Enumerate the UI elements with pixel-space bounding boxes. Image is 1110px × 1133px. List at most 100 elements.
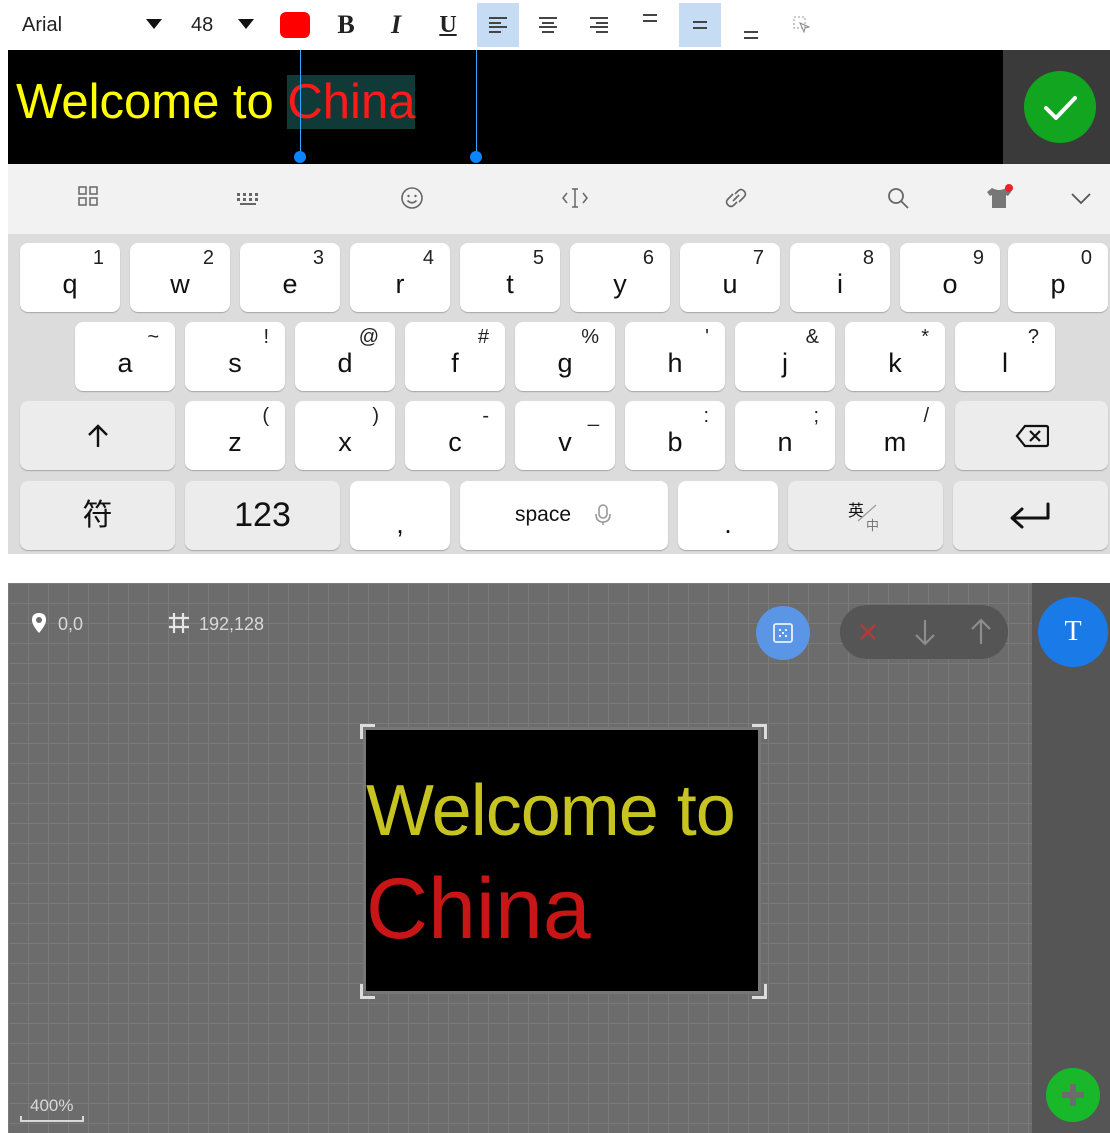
move-up-arrow-icon[interactable] (970, 618, 992, 646)
key-j[interactable]: & j (735, 322, 835, 391)
key-m[interactable]: / m (845, 401, 945, 470)
align-center-icon (539, 17, 557, 33)
key-label: f (451, 348, 459, 378)
key-v[interactable]: _ v (515, 401, 615, 470)
key-b[interactable]: :b (625, 401, 725, 470)
underline-button[interactable]: U (436, 8, 460, 42)
font-family-dropdown-icon[interactable] (146, 19, 162, 29)
apps-grid-icon[interactable] (78, 186, 98, 206)
valign-middle-button[interactable] (679, 3, 721, 47)
key-label: b (667, 427, 683, 457)
font-size-value: 48 (191, 13, 214, 36)
key-label: y (613, 269, 627, 299)
key-sub-label: 5 (532, 247, 544, 269)
add-button[interactable] (1046, 1068, 1100, 1122)
key-n[interactable]: ; n (735, 401, 835, 470)
key-r[interactable]: 4r (350, 243, 450, 312)
valign-top-button[interactable] (630, 3, 670, 33)
text-tool-button[interactable]: T (1038, 597, 1108, 667)
key-label: , (396, 509, 404, 539)
key-sub-label: ~ (147, 326, 159, 348)
selection-corner[interactable] (752, 984, 767, 999)
keyboard-toolbar (8, 164, 1110, 234)
grid-toggle-button[interactable] (756, 606, 810, 660)
key-label: n (777, 427, 793, 457)
align-center-button[interactable] (527, 3, 569, 47)
font-size-dropdown-icon[interactable] (238, 19, 254, 29)
key-f[interactable]: # f (405, 322, 505, 391)
key-y[interactable]: 6y (570, 243, 670, 312)
delete-x-icon[interactable] (858, 622, 878, 642)
font-size-select[interactable]: 48 (191, 12, 213, 38)
key-sub-label: * (921, 326, 929, 348)
selection-start-handle[interactable] (294, 151, 306, 163)
numbers-key[interactable]: 123 (185, 481, 340, 550)
valign-bottom-button[interactable] (731, 20, 771, 50)
selection-corner[interactable] (360, 724, 375, 739)
emoji-icon[interactable] (400, 186, 424, 210)
theme-shirt-icon[interactable] (984, 184, 1014, 210)
italic-button[interactable]: I (386, 8, 406, 42)
key-label: x (338, 427, 352, 457)
edit-text-field[interactable]: Welcome to China (16, 62, 416, 142)
search-icon[interactable] (886, 186, 910, 210)
key-label: v (558, 427, 572, 457)
key-d[interactable]: @ d (295, 322, 395, 391)
align-left-button[interactable] (477, 3, 519, 47)
key-z[interactable]: (z (185, 401, 285, 470)
font-family-select[interactable]: Arial (22, 12, 62, 38)
symbols-key[interactable]: 符 (20, 481, 175, 550)
backspace-key[interactable] (955, 401, 1108, 470)
key-u[interactable]: 7u (680, 243, 780, 312)
selection-end-handle[interactable] (470, 151, 482, 163)
key-i[interactable]: 8i (790, 243, 890, 312)
key-label: 符 (82, 499, 113, 532)
key-label: k (888, 348, 902, 378)
key-a[interactable]: ~ a (75, 322, 175, 391)
key-sub-label: ! (263, 326, 269, 348)
key-sub-label: 2 (202, 247, 214, 269)
key-k[interactable]: * k (845, 322, 945, 391)
key-x[interactable]: ) x (295, 401, 395, 470)
key-sub-label: 7 (752, 247, 764, 269)
confirm-button[interactable] (1024, 71, 1096, 143)
align-right-icon (590, 17, 608, 33)
location-pin-icon (32, 613, 46, 633)
key-h[interactable]: ' h (625, 322, 725, 391)
period-key[interactable]: . (678, 481, 778, 550)
keyboard-layout-icon[interactable] (236, 192, 260, 206)
key-g[interactable]: % g (515, 322, 615, 391)
space-key[interactable]: space (460, 481, 668, 550)
clipboard-link-icon[interactable] (724, 186, 748, 210)
key-o[interactable]: 9o (900, 243, 1000, 312)
text-cursor-icon[interactable] (562, 186, 588, 210)
select-cursor-button[interactable] (792, 14, 812, 36)
font-family-value: Arial (22, 13, 63, 36)
key-label: u (722, 269, 738, 299)
key-sub-label: ' (705, 326, 709, 348)
bold-button[interactable]: B (334, 8, 358, 42)
shift-key[interactable] (20, 401, 175, 470)
key-l[interactable]: ? l (955, 322, 1055, 391)
key-w[interactable]: 2w (130, 243, 230, 312)
selection-corner[interactable] (752, 724, 767, 739)
text-color-swatch[interactable] (280, 12, 310, 38)
key-p[interactable]: 0p (1008, 243, 1108, 312)
move-down-arrow-icon[interactable] (914, 618, 936, 646)
selection-corner[interactable] (360, 984, 375, 999)
key-sub-label: ? (1027, 326, 1039, 348)
align-left-icon (489, 17, 507, 33)
align-right-button[interactable] (578, 3, 620, 47)
key-sub-label: 6 (642, 247, 654, 269)
key-c[interactable]: -c (405, 401, 505, 470)
key-label: s (228, 348, 242, 378)
comma-key[interactable]: , (350, 481, 450, 550)
key-t[interactable]: 5t (460, 243, 560, 312)
key-label: t (506, 269, 514, 299)
key-s[interactable]: ! s (185, 322, 285, 391)
enter-key[interactable] (953, 481, 1108, 550)
key-e[interactable]: 3e (240, 243, 340, 312)
key-q[interactable]: 1q (20, 243, 120, 312)
language-switch-key[interactable]: 英 中 (788, 481, 943, 550)
chevron-down-icon[interactable] (1070, 192, 1092, 206)
